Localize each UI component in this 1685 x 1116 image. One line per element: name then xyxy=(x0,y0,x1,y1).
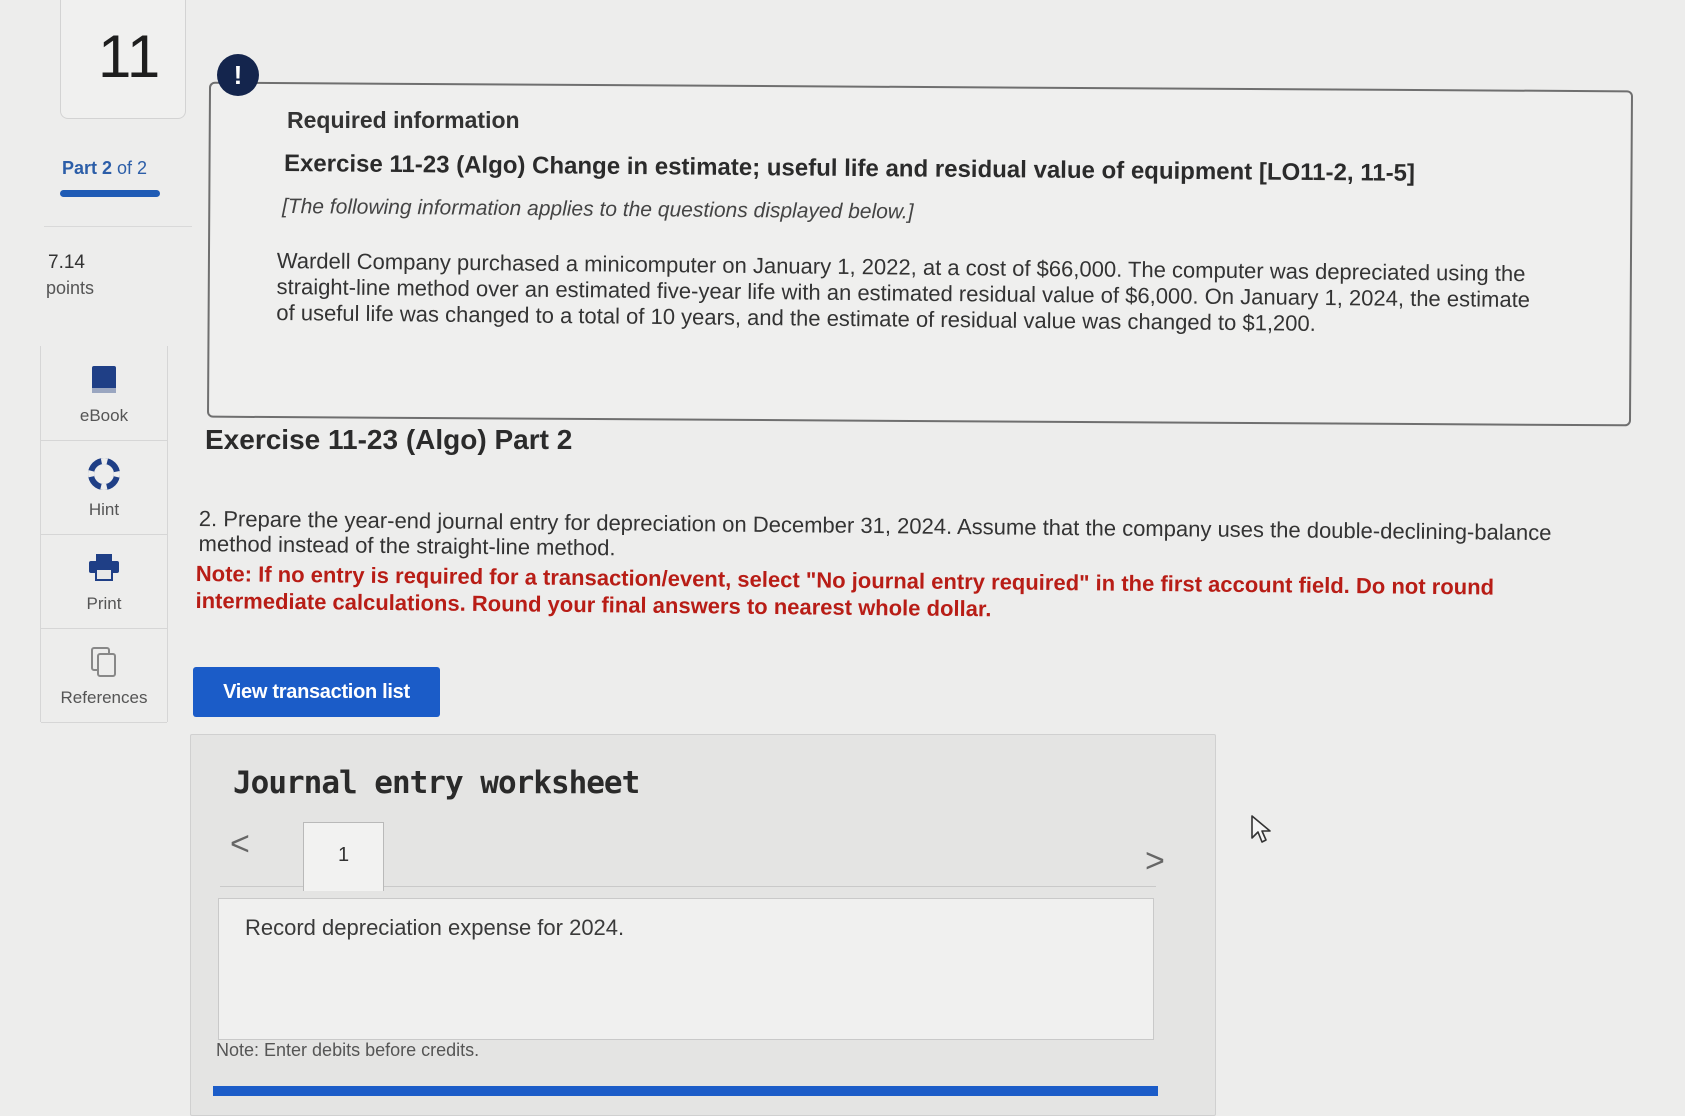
view-transaction-list-button[interactable]: View transaction list xyxy=(193,667,440,717)
points-value: 7.14 xyxy=(48,252,85,273)
question-number: 11 xyxy=(98,23,161,90)
points-label: points xyxy=(46,278,95,298)
references-label: References xyxy=(60,688,148,707)
ebook-label: eBook xyxy=(79,406,129,425)
previous-entry-chevron-icon[interactable]: < xyxy=(230,825,250,864)
mouse-cursor-icon xyxy=(1250,814,1272,851)
scenario-text: Wardell Company purchased a minicomputer… xyxy=(276,248,1531,336)
question-text: 2. Prepare the year-end journal entry fo… xyxy=(198,506,1552,561)
alert-icon: ! xyxy=(217,54,259,96)
part-label-current: Part 2 xyxy=(62,158,113,178)
worksheet-tab-1[interactable]: 1 xyxy=(303,822,384,891)
print-label: Print xyxy=(86,594,122,613)
part-indicator: Part 2 of 2 xyxy=(62,158,147,179)
book-icon xyxy=(89,364,119,401)
hint-label: Hint xyxy=(88,500,120,519)
required-information-heading: Required information xyxy=(287,107,520,133)
ebook-button[interactable]: eBook xyxy=(41,346,167,441)
worksheet-title: Journal entry worksheet xyxy=(233,765,640,801)
instruction-note: Note: If no entry is required for a tran… xyxy=(195,560,1495,622)
next-entry-chevron-icon[interactable]: > xyxy=(1145,842,1165,881)
print-button[interactable]: Print xyxy=(41,534,167,629)
printer-icon xyxy=(87,552,121,587)
rail-divider xyxy=(44,226,192,227)
tools-panel: eBook Hint Print References xyxy=(40,346,168,723)
part-label-total: of 2 xyxy=(112,158,148,178)
copy-icon xyxy=(89,646,119,685)
hint-button[interactable]: Hint xyxy=(41,440,167,535)
part-title: Exercise 11-23 (Algo) Part 2 xyxy=(205,424,573,455)
lifebuoy-icon xyxy=(88,458,120,495)
worksheet-bottom-bar xyxy=(213,1086,1158,1096)
references-button[interactable]: References xyxy=(41,628,167,723)
worksheet-note: Note: Enter debits before credits. xyxy=(216,1040,480,1060)
part-progress-bar xyxy=(60,190,160,197)
entry-description: Record depreciation expense for 2024. xyxy=(245,915,625,940)
